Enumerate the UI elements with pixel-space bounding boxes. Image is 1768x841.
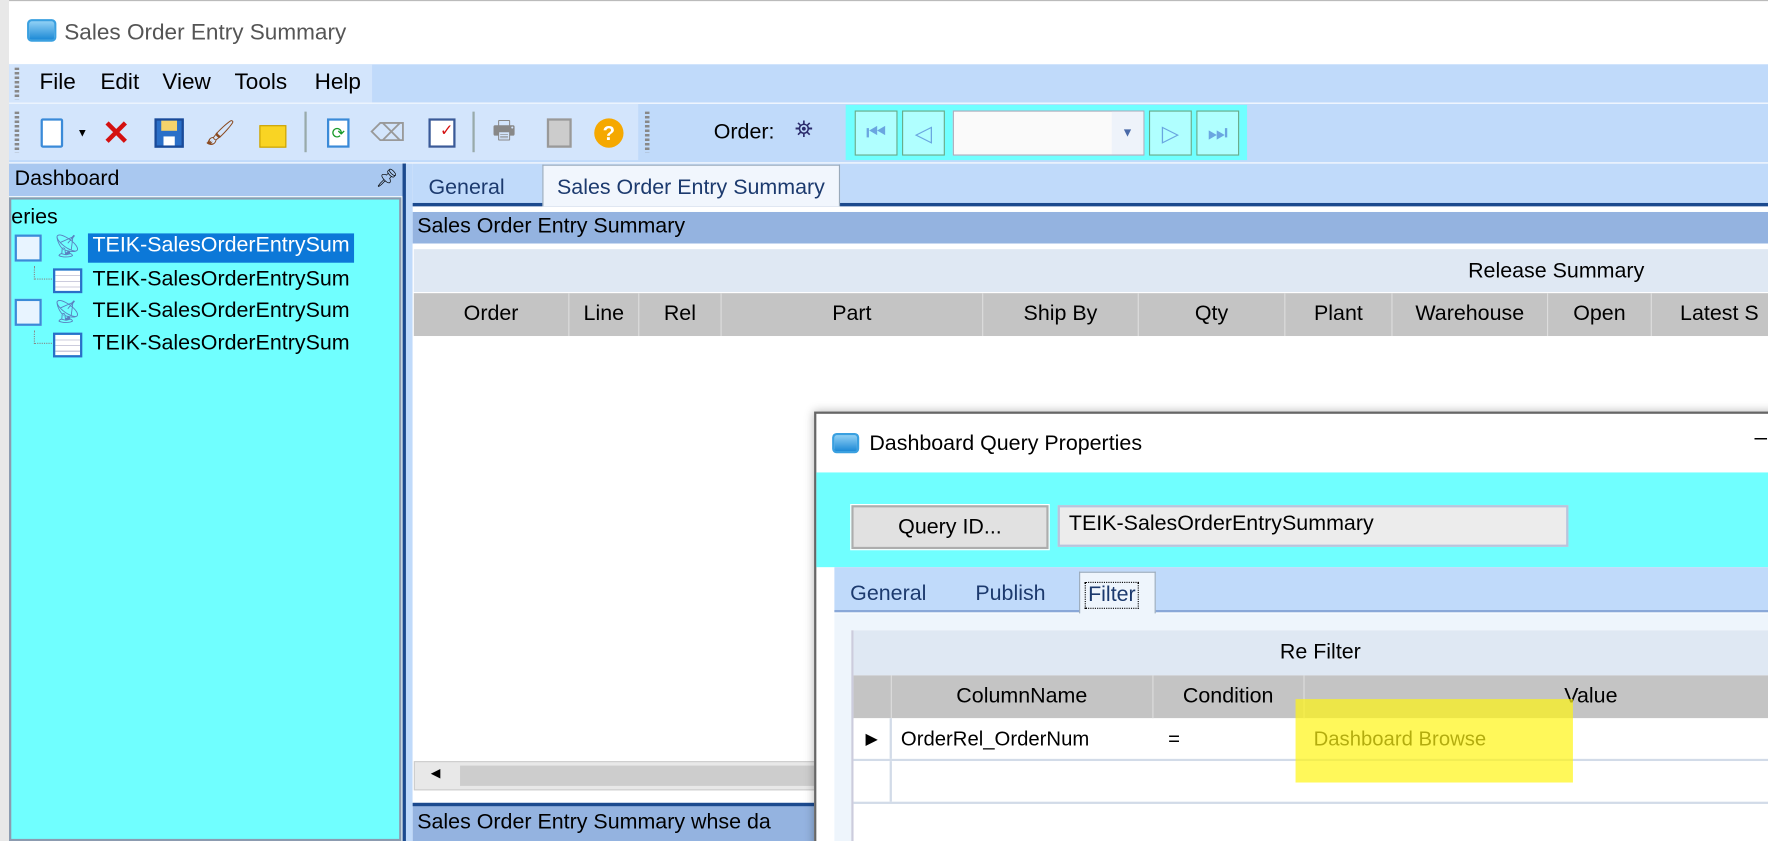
column-header-value[interactable]: Value — [1304, 675, 1768, 718]
column-header-rel[interactable]: Rel — [639, 293, 722, 337]
tree-item[interactable]: TEIK-SalesOrderEntrySum — [87, 233, 355, 263]
clear-icon[interactable]: 🖌 — [204, 117, 236, 149]
toolbar-grip[interactable] — [644, 111, 650, 153]
window-title: Sales Order Entry Summary — [64, 20, 347, 46]
previous-record-button[interactable]: ◁ — [902, 110, 945, 156]
order-combo[interactable]: ▼ — [952, 110, 1145, 156]
horizontal-scrollbar[interactable]: ◀ — [413, 761, 821, 791]
query-icon — [14, 234, 42, 262]
menu-tools[interactable]: Tools — [235, 70, 288, 96]
grid-icon — [52, 268, 83, 294]
binoculars-icon[interactable]: ⛯ — [795, 117, 813, 143]
column-header-qty[interactable]: Qty — [1139, 293, 1286, 337]
column-header-condition[interactable]: Condition — [1153, 675, 1305, 719]
menu-edit[interactable]: Edit — [100, 70, 139, 96]
dialog-tab-filter[interactable]: Filter — [1079, 571, 1156, 615]
first-record-button[interactable]: ⏮ — [854, 110, 898, 156]
app-icon — [27, 19, 57, 42]
column-header-columnname[interactable]: ColumnName — [892, 675, 1154, 719]
app-window: Sales Order Entry Summary File Edit View… — [0, 0, 1768, 841]
last-record-button[interactable]: ⏭ — [1196, 110, 1240, 156]
column-header-ship-by[interactable]: Ship By — [983, 293, 1139, 337]
save-icon[interactable] — [153, 117, 185, 149]
memo-icon[interactable] — [257, 117, 289, 149]
refresh-icon[interactable]: ⟳ — [322, 117, 354, 149]
column-header-plant[interactable]: Plant — [1285, 293, 1393, 337]
dialog-tab-publish[interactable]: Publish — [975, 582, 1045, 607]
tree-item[interactable]: TEIK-SalesOrderEntrySum — [92, 299, 349, 324]
current-row-icon: ▶ — [854, 718, 892, 759]
menu-help[interactable]: Help — [315, 70, 361, 96]
menu-view[interactable]: View — [162, 70, 210, 96]
dropdown-arrow-icon[interactable]: ▼ — [74, 117, 90, 149]
dialog-title: Dashboard Query Properties — [869, 431, 1143, 456]
pin-icon[interactable]: 📌︎ — [375, 167, 398, 190]
tab-general[interactable]: General — [415, 171, 518, 206]
panel-title: Sales Order Entry Summary — [412, 211, 1768, 244]
checklist-icon[interactable]: ✓ — [426, 117, 458, 149]
dialog-tab-general[interactable]: General — [850, 582, 926, 607]
dock-header: Dashboard — [9, 163, 404, 197]
filter-grid-header: ColumnName Condition Value — [853, 675, 1768, 719]
tab-sales-order-entry-summary[interactable]: Sales Order Entry Summary — [542, 164, 840, 207]
grid-band: Release Summary — [413, 249, 1768, 293]
scroll-thumb[interactable] — [460, 765, 821, 786]
column-header-order[interactable]: Order — [414, 293, 570, 337]
query-icon — [14, 298, 42, 326]
column-header-warehouse[interactable]: Warehouse — [1393, 293, 1549, 337]
grid-column-header: Order Line Rel Part Ship By Qty Plant Wa… — [413, 293, 1768, 337]
filter-grid-band: Re Filter — [853, 630, 1768, 676]
print-icon[interactable]: 🖶 — [488, 116, 520, 149]
minimize-button[interactable]: – — [1754, 425, 1767, 451]
tree-line — [33, 266, 52, 280]
tree-line — [33, 330, 52, 344]
toolbar-separator — [472, 111, 475, 153]
print-preview-icon[interactable] — [543, 117, 575, 149]
bottom-panel-title: Sales Order Entry Summary whse da — [412, 802, 819, 841]
filter-band-label: Re Filter — [1279, 640, 1361, 665]
release-summary-label: Release Summary — [1468, 259, 1645, 284]
window-edge — [0, 0, 10, 841]
next-record-button[interactable]: ▷ — [1148, 110, 1192, 156]
dialog-tab-filter-label: Filter — [1084, 581, 1140, 609]
scroll-left-icon[interactable]: ◀ — [431, 766, 441, 781]
cell-columnname[interactable]: OrderRel_OrderNum — [892, 718, 1155, 759]
satellite-icon: 📡︎ — [52, 234, 82, 260]
grid-icon — [52, 332, 83, 358]
query-id-field[interactable]: TEIK-SalesOrderEntrySummary — [1057, 505, 1569, 547]
splitter[interactable] — [402, 163, 413, 841]
column-header-latest[interactable]: Latest S — [1652, 293, 1768, 336]
tree-item[interactable]: TEIK-SalesOrderEntrySum — [92, 267, 349, 292]
new-icon[interactable] — [36, 117, 68, 149]
cell-value[interactable]: Dashboard Browse — [1296, 718, 1634, 759]
filter-grid: Re Filter ColumnName Condition Value ▶ O… — [851, 630, 1768, 841]
satellite-icon: 📡︎ — [52, 299, 82, 325]
tree-root[interactable]: eries — [11, 205, 57, 230]
chevron-down-icon[interactable]: ▼ — [1111, 111, 1144, 155]
eraser-icon[interactable]: ⌫ — [370, 117, 405, 149]
tree-item[interactable]: TEIK-SalesOrderEntrySum — [92, 331, 349, 356]
column-header-open[interactable]: Open — [1548, 293, 1652, 337]
query-id-button[interactable]: Query ID... — [850, 504, 1050, 551]
dashboard-tree — [9, 197, 402, 841]
menu-file[interactable]: File — [39, 70, 75, 96]
dashboard-query-properties-dialog: Dashboard Query Properties – Query ID...… — [814, 411, 1768, 841]
cell-condition[interactable]: = — [1155, 718, 1296, 759]
column-header-part[interactable]: Part — [722, 293, 984, 337]
row-header-corner — [854, 675, 892, 719]
toolbar-grip[interactable] — [14, 111, 20, 153]
order-label: Order: — [713, 120, 775, 145]
delete-icon[interactable]: ✕ — [100, 114, 132, 151]
help-icon[interactable]: ? — [593, 117, 625, 149]
table-row-new[interactable] — [853, 761, 1768, 804]
column-header-line[interactable]: Line — [569, 293, 640, 337]
toolbar-separator — [304, 111, 307, 153]
dock-title: Dashboard — [14, 166, 120, 191]
dialog-icon — [832, 432, 860, 454]
row-header — [854, 761, 892, 802]
menu-grip[interactable] — [14, 67, 20, 100]
table-row[interactable]: ▶ OrderRel_OrderNum = Dashboard Browse — [853, 718, 1768, 762]
